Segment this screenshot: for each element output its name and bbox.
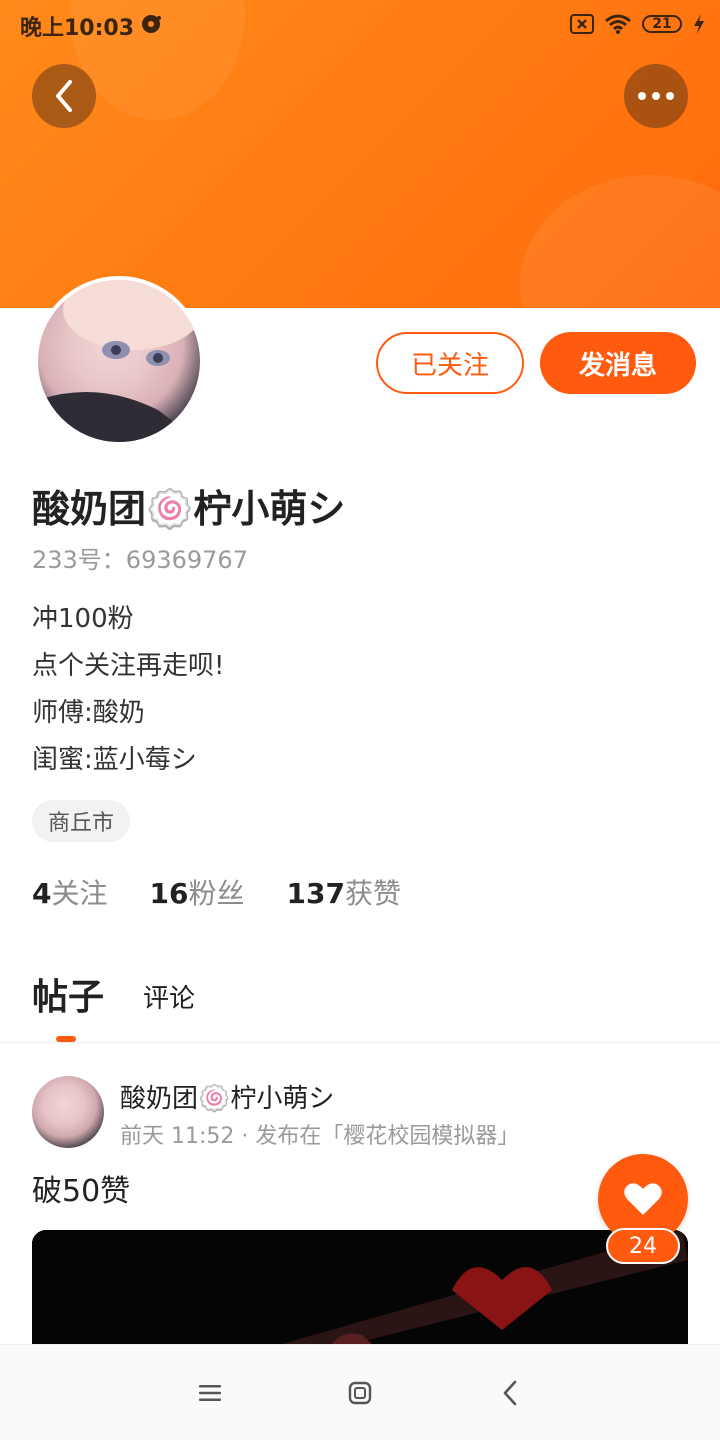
tab-comments[interactable]: 评论 bbox=[143, 978, 195, 1015]
post-image[interactable] bbox=[32, 1230, 688, 1344]
menu-icon bbox=[199, 1385, 221, 1401]
bio-line: 点个关注再走呗! bbox=[32, 651, 225, 681]
location-chip[interactable]: 商丘市 bbox=[32, 800, 131, 842]
battery-icon: 21 bbox=[642, 15, 682, 33]
post-image-content bbox=[32, 1230, 688, 1344]
heart-icon bbox=[624, 1183, 662, 1215]
post-meta: 前天 11:52 · 发布在「樱花校园模拟器」 bbox=[120, 1124, 520, 1149]
tab-posts[interactable]: 帖子 bbox=[32, 968, 104, 1020]
avatar-image bbox=[38, 280, 200, 442]
post-text[interactable]: 破50赞 bbox=[32, 1166, 130, 1210]
bio-line: 冲100粉 bbox=[32, 604, 134, 634]
bio-line: 闺蜜:蓝小莓シ bbox=[32, 745, 197, 775]
stat-likes[interactable]: 137 获赞 bbox=[286, 872, 400, 912]
profile-name: 酸奶团🍥柠小萌シ bbox=[32, 487, 346, 531]
wifi-icon bbox=[605, 14, 631, 34]
stat-number: 4 bbox=[32, 877, 52, 910]
profile-bio: 冲100粉 点个关注再走呗! 师傅:酸奶 闺蜜:蓝小莓シ bbox=[32, 596, 224, 784]
stat-label: 关注 bbox=[51, 877, 108, 910]
system-nav-bar bbox=[0, 1344, 720, 1440]
status-icons: 21 bbox=[570, 12, 706, 36]
back-button[interactable] bbox=[32, 64, 96, 128]
post-author-avatar[interactable] bbox=[32, 1076, 104, 1148]
nav-menu-button[interactable] bbox=[190, 1375, 230, 1411]
profile-uid: 233号：69369767 bbox=[32, 546, 248, 574]
back-arrow-icon bbox=[503, 1380, 517, 1406]
followed-button[interactable]: 已关注 bbox=[376, 332, 524, 394]
battery-level: 21 bbox=[652, 16, 672, 32]
sim-no-signal-icon bbox=[570, 14, 594, 34]
like-count-badge: 24 bbox=[606, 1228, 680, 1264]
stat-followers[interactable]: 16 粉丝 bbox=[150, 872, 245, 912]
status-time: 晚上10:03 bbox=[20, 16, 135, 41]
divider bbox=[0, 1042, 720, 1043]
more-dots-icon bbox=[638, 92, 674, 100]
stat-number: 16 bbox=[149, 877, 189, 910]
stat-label: 获赞 bbox=[344, 877, 401, 910]
home-square-icon bbox=[348, 1381, 372, 1405]
music-icon bbox=[142, 15, 161, 33]
charging-icon bbox=[694, 14, 704, 34]
profile-stats: 4 关注 16 粉丝 137 获赞 bbox=[32, 872, 401, 912]
post-author[interactable]: 酸奶团🍥柠小萌シ bbox=[120, 1078, 334, 1115]
more-button[interactable] bbox=[624, 64, 688, 128]
profile-banner: 晚上10:03 21 bbox=[0, 0, 720, 308]
nav-home-button[interactable] bbox=[340, 1375, 380, 1411]
nav-back-button[interactable] bbox=[490, 1375, 530, 1411]
stat-following[interactable]: 4 关注 bbox=[32, 872, 108, 912]
chevron-left-icon bbox=[56, 80, 72, 112]
bio-line: 师傅:酸奶 bbox=[32, 698, 145, 728]
send-message-button[interactable]: 发消息 bbox=[540, 332, 696, 394]
stat-label: 粉丝 bbox=[188, 877, 245, 910]
stat-number: 137 bbox=[286, 877, 345, 910]
banner-decoration bbox=[520, 175, 720, 308]
status-bar: 晚上10:03 21 bbox=[0, 0, 720, 50]
avatar-illustration bbox=[38, 280, 200, 442]
profile-avatar[interactable] bbox=[34, 276, 204, 446]
